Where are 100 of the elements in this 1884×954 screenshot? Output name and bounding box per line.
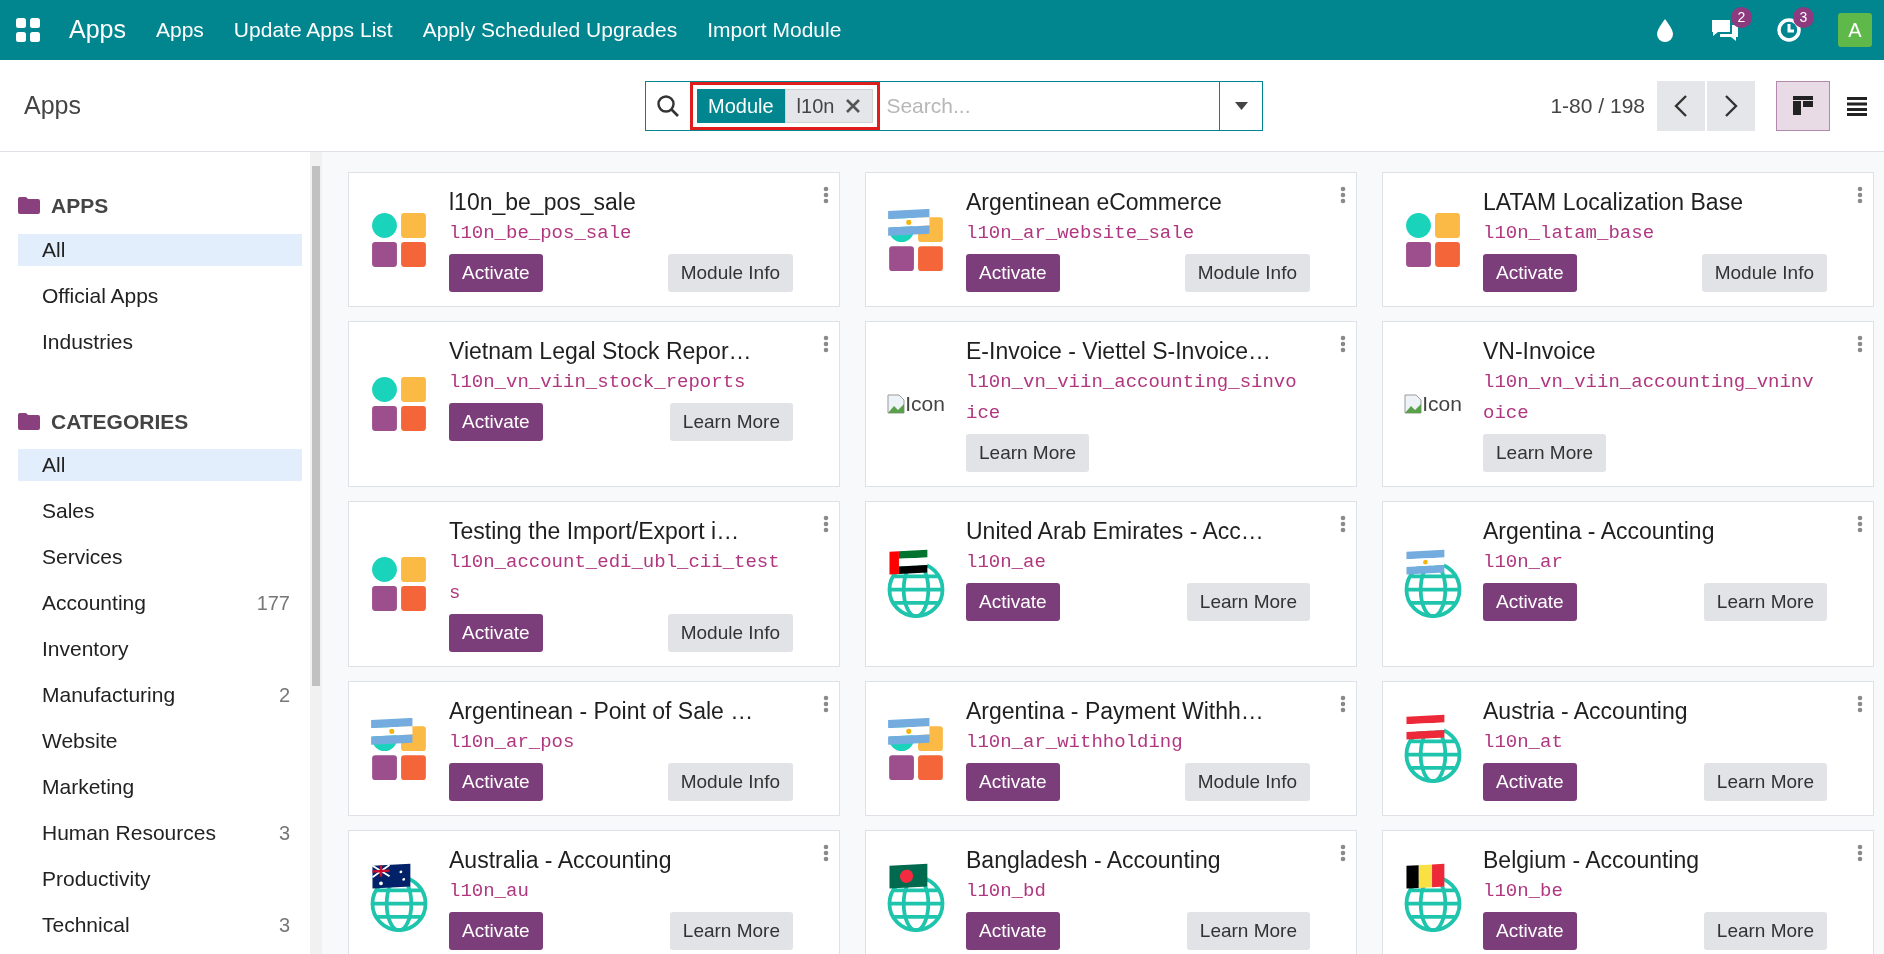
category-filter-item[interactable]: Technical 3 — [18, 909, 302, 941]
activate-button[interactable]: Activate — [966, 763, 1060, 801]
category-filter-item[interactable]: Inventory — [18, 633, 302, 665]
app-shapes-icon — [1404, 210, 1462, 269]
pager-value[interactable]: 1-80 / 198 — [1550, 89, 1645, 122]
category-filter-item[interactable]: Official Apps — [18, 279, 302, 312]
menu-item[interactable]: Apply Scheduled Upgrades — [422, 14, 678, 46]
info-button[interactable]: Learn More — [1703, 583, 1827, 621]
close-icon[interactable] — [846, 98, 861, 113]
activate-button[interactable]: Activate — [1483, 254, 1577, 292]
activate-button[interactable]: Activate — [966, 912, 1060, 950]
category-filter-item[interactable]: All — [18, 233, 302, 266]
facet-value: l10n — [784, 88, 874, 123]
info-button[interactable]: Module Info — [1701, 254, 1827, 292]
module-card[interactable]: Argentina - Accounting l10n_ar Activate Learn More — [1382, 501, 1874, 667]
more-options-icon[interactable] — [1340, 335, 1346, 353]
module-card[interactable]: l10n_be_pos_sale l10n_be_pos_sale Activate Module Info — [348, 172, 840, 307]
more-options-icon[interactable] — [1340, 186, 1346, 204]
module-card[interactable]: United Arab Emirates - Acc… l10n_ae Activate Learn More — [865, 501, 1357, 667]
module-card[interactable]: LATAM Localization Base l10n_latam_base Activate Module Info — [1382, 172, 1874, 307]
module-card[interactable]: Argentinean - Point of Sale … l10n_ar_pos Activate Module Info — [348, 681, 840, 816]
category-filter-item[interactable]: All — [18, 449, 302, 481]
more-options-icon[interactable] — [823, 335, 829, 353]
category-filter-item[interactable]: Manufacturing 2 — [18, 679, 302, 711]
activate-button[interactable]: Activate — [966, 254, 1060, 292]
module-card[interactable]: Testing the Import/Export i… l10n_account_edi_ubl_cii_tests Activate Module Info — [348, 501, 840, 667]
menu-item[interactable]: Import Module — [707, 14, 842, 46]
category-filter-item[interactable]: Services — [18, 541, 302, 573]
info-button[interactable]: Learn More — [1703, 912, 1827, 950]
module-card[interactable]: Austria - Accounting l10n_at Activate Learn More — [1382, 681, 1874, 816]
module-technical-name: l10n_account_edi_ubl_cii_tests — [449, 550, 780, 606]
app-shapes-icon — [370, 210, 428, 269]
info-button[interactable]: Learn More — [669, 403, 793, 441]
info-button[interactable]: Module Info — [1184, 254, 1310, 292]
more-options-icon[interactable] — [823, 186, 829, 204]
info-button[interactable]: Module Info — [1184, 763, 1310, 801]
module-card[interactable]: Australia - Accounting l10n_au Activate Learn More — [348, 830, 840, 954]
more-options-icon[interactable] — [1857, 695, 1863, 713]
next-page-button[interactable] — [1707, 80, 1755, 131]
activate-button[interactable]: Activate — [1483, 763, 1577, 801]
more-options-icon[interactable] — [1340, 695, 1346, 713]
search-facet[interactable]: Module l10n — [690, 81, 881, 130]
caret-icon — [1234, 101, 1248, 110]
module-card[interactable]: Argentina - Payment Withh… l10n_ar_withholding Activate Module Info — [865, 681, 1357, 816]
module-card[interactable]: Icon VN-Invoice l10n_vn_viin_accounting_vninvoice Learn More — [1382, 321, 1874, 487]
activate-button[interactable]: Activate — [449, 614, 543, 652]
kanban-view-button[interactable] — [1776, 80, 1830, 131]
module-card[interactable]: Icon E-Invoice - Viettel S-Invoice… l10n_vn_viin_accounting_sinvoice Learn More — [865, 321, 1357, 487]
more-options-icon[interactable] — [823, 515, 829, 533]
module-title: LATAM Localization Base — [1483, 188, 1744, 217]
category-filter-item[interactable]: Website — [18, 725, 302, 757]
more-options-icon[interactable] — [823, 844, 829, 862]
activate-button[interactable]: Activate — [1483, 583, 1577, 621]
module-card[interactable]: Bangladesh - Accounting l10n_bd Activate Learn More — [865, 830, 1357, 954]
info-button[interactable]: Learn More — [1703, 763, 1827, 801]
search-input[interactable]: Search... — [880, 81, 1219, 130]
more-options-icon[interactable] — [1857, 335, 1863, 353]
info-button[interactable]: Module Info — [667, 614, 793, 652]
activate-button[interactable]: Activate — [1483, 912, 1577, 950]
module-card[interactable]: Belgium - Accounting l10n_be Activate Learn More — [1382, 830, 1874, 954]
drop-icon[interactable] — [1656, 18, 1674, 42]
search-bar[interactable]: Module l10n Search... — [645, 80, 1263, 131]
category-filter-item[interactable]: Marketing — [18, 771, 302, 803]
search-icon[interactable] — [656, 93, 680, 118]
category-filter-item[interactable]: Productivity — [18, 863, 302, 895]
info-button[interactable]: Module Info — [667, 763, 793, 801]
more-options-icon[interactable] — [1857, 844, 1863, 862]
chat-icon[interactable] — [1710, 17, 1740, 43]
info-button[interactable]: Learn More — [1186, 912, 1310, 950]
app-brand[interactable]: Apps — [69, 11, 126, 49]
scrollbar[interactable] — [310, 152, 322, 954]
menu-item[interactable]: Update Apps List — [233, 14, 393, 46]
menu-item[interactable]: Apps — [156, 14, 204, 46]
activate-button[interactable]: Activate — [449, 763, 543, 801]
activate-button[interactable]: Activate — [449, 403, 543, 441]
info-button[interactable]: Learn More — [966, 434, 1090, 472]
flag-app-icon — [370, 717, 428, 780]
more-options-icon[interactable] — [1857, 186, 1863, 204]
category-filter-item[interactable]: Human Resources 3 — [18, 817, 302, 849]
module-title: Bangladesh - Accounting — [966, 846, 1222, 875]
module-card[interactable]: Argentinean eCommerce l10n_ar_website_sale Activate Module Info — [865, 172, 1357, 307]
activate-button[interactable]: Activate — [449, 912, 543, 950]
activate-button[interactable]: Activate — [966, 583, 1060, 621]
apps-menu-icon[interactable] — [15, 17, 41, 43]
clock-icon[interactable] — [1776, 17, 1802, 43]
more-options-icon[interactable] — [1857, 515, 1863, 533]
info-button[interactable]: Learn More — [1483, 434, 1607, 472]
info-button[interactable]: Module Info — [667, 254, 793, 292]
previous-page-button[interactable] — [1657, 80, 1705, 131]
category-filter-item[interactable]: Industries — [18, 325, 302, 358]
more-options-icon[interactable] — [823, 695, 829, 713]
info-button[interactable]: Learn More — [1186, 583, 1310, 621]
category-filter-item[interactable]: Sales — [18, 495, 302, 527]
category-filter-item[interactable]: Accounting 177 — [18, 587, 302, 619]
module-title: Argentinean eCommerce — [966, 188, 1223, 217]
more-options-icon[interactable] — [1340, 515, 1346, 533]
activate-button[interactable]: Activate — [449, 254, 543, 292]
module-card[interactable]: Vietnam Legal Stock Repor… l10n_vn_viin_stock_reports Activate Learn More — [348, 321, 840, 487]
more-options-icon[interactable] — [1340, 844, 1346, 862]
info-button[interactable]: Learn More — [669, 912, 793, 950]
